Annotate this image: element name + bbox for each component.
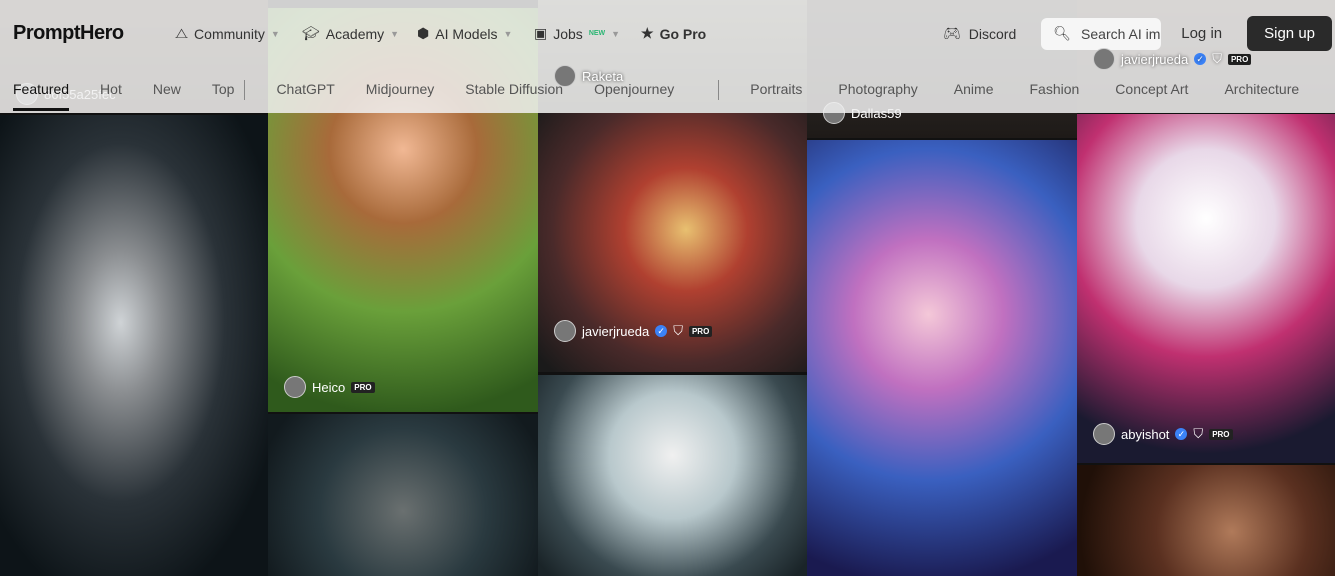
tab-fashion[interactable]: Fashion: [1029, 81, 1079, 100]
verified-icon: ✓: [1194, 53, 1207, 65]
tab-photography[interactable]: Photography: [838, 81, 917, 100]
search-placeholder: Search AI images: [1081, 25, 1161, 42]
divider: [244, 80, 246, 100]
cube-icon: ⬢: [417, 25, 430, 41]
image-card[interactable]: javierjrueda ✓ ⛉ PRO: [538, 113, 807, 372]
tab-midjourney[interactable]: Midjourney: [366, 81, 434, 100]
pro-badge: PRO: [351, 381, 375, 393]
username[interactable]: javierjrueda: [1121, 52, 1188, 67]
tab-new[interactable]: New: [153, 81, 181, 100]
chevron-down-icon: ▼: [611, 28, 621, 39]
divider: [718, 80, 720, 100]
nav-ai-models[interactable]: ⬢ AI Models ▼: [417, 25, 512, 42]
shield-icon: ⛉: [1212, 51, 1222, 66]
pro-badge: PRO: [688, 325, 713, 337]
search-input[interactable]: 🔍︎ Search AI images: [1041, 17, 1162, 50]
tab-featured[interactable]: Featured: [13, 81, 70, 111]
username[interactable]: javierjrueda: [582, 324, 649, 339]
image-card[interactable]: [0, 115, 268, 576]
tab-portraits[interactable]: Portraits: [750, 81, 802, 100]
username[interactable]: Raketa: [582, 69, 623, 84]
username[interactable]: abyishot: [1121, 427, 1169, 442]
tab-concept-art[interactable]: Concept Art: [1115, 81, 1188, 100]
login-button[interactable]: Log in: [1181, 25, 1222, 42]
avatar: [1093, 48, 1115, 70]
chevron-down-icon: ▼: [503, 28, 513, 39]
logo[interactable]: PromptHero: [13, 22, 124, 45]
star-icon: ★: [641, 25, 654, 41]
search-icon: 🔍︎: [1053, 25, 1072, 41]
image-card[interactable]: [538, 375, 807, 576]
chevron-down-icon: ▼: [270, 28, 280, 39]
verified-icon: ✓: [1175, 428, 1188, 440]
signup-button[interactable]: Sign up: [1247, 16, 1332, 51]
discord-link[interactable]: 🎮︎ Discord: [943, 25, 1016, 42]
new-badge: NEW: [588, 30, 606, 37]
tab-anime[interactable]: Anime: [954, 81, 994, 100]
chevron-down-icon: ▼: [390, 28, 400, 39]
nav-label: AI Models: [435, 25, 498, 42]
avatar: [1093, 423, 1115, 445]
nav-academy[interactable]: 🎓︎ Academy ▼: [302, 25, 399, 42]
graduation-cap-icon: 🎓︎: [302, 25, 320, 41]
discord-icon: 🎮︎: [943, 25, 961, 41]
avatar: [554, 320, 576, 342]
nav-label: Go Pro: [659, 25, 707, 42]
nav-jobs[interactable]: ▣ Jobs NEW ▼: [534, 25, 620, 42]
briefcase-icon: ▣: [534, 25, 548, 41]
filter-tabs: Featured Hot New Top ChatGPT Midjourney …: [13, 80, 1330, 111]
verified-icon: ✓: [655, 325, 668, 337]
image-card[interactable]: abyishot ✓ ⛉ PRO: [1077, 114, 1335, 463]
tab-top[interactable]: Top: [212, 81, 235, 100]
community-icon: ⧍: [175, 25, 189, 41]
nav-go-pro[interactable]: ★ Go Pro: [641, 25, 706, 42]
pro-badge: PRO: [1209, 428, 1233, 440]
nav-label: Academy: [325, 25, 385, 42]
tab-architecture[interactable]: Architecture: [1224, 81, 1299, 100]
nav-community[interactable]: ⧍ Community ▼: [175, 25, 280, 42]
nav-label: Jobs: [553, 25, 583, 42]
username[interactable]: Heico: [312, 380, 345, 395]
shield-icon: ⛉: [1193, 426, 1204, 441]
nav-label: Community: [194, 25, 265, 42]
image-card[interactable]: [268, 414, 538, 576]
tab-stable-diffusion[interactable]: Stable Diffusion: [465, 81, 563, 100]
shield-icon: ⛉: [673, 323, 683, 338]
pro-badge: PRO: [1227, 53, 1252, 65]
avatar: [554, 65, 576, 87]
tab-chatgpt[interactable]: ChatGPT: [276, 81, 334, 100]
avatar: [284, 376, 306, 398]
discord-label: Discord: [968, 25, 1017, 42]
image-card[interactable]: [807, 140, 1077, 576]
image-card[interactable]: [1077, 465, 1335, 576]
tab-hot[interactable]: Hot: [100, 81, 122, 100]
